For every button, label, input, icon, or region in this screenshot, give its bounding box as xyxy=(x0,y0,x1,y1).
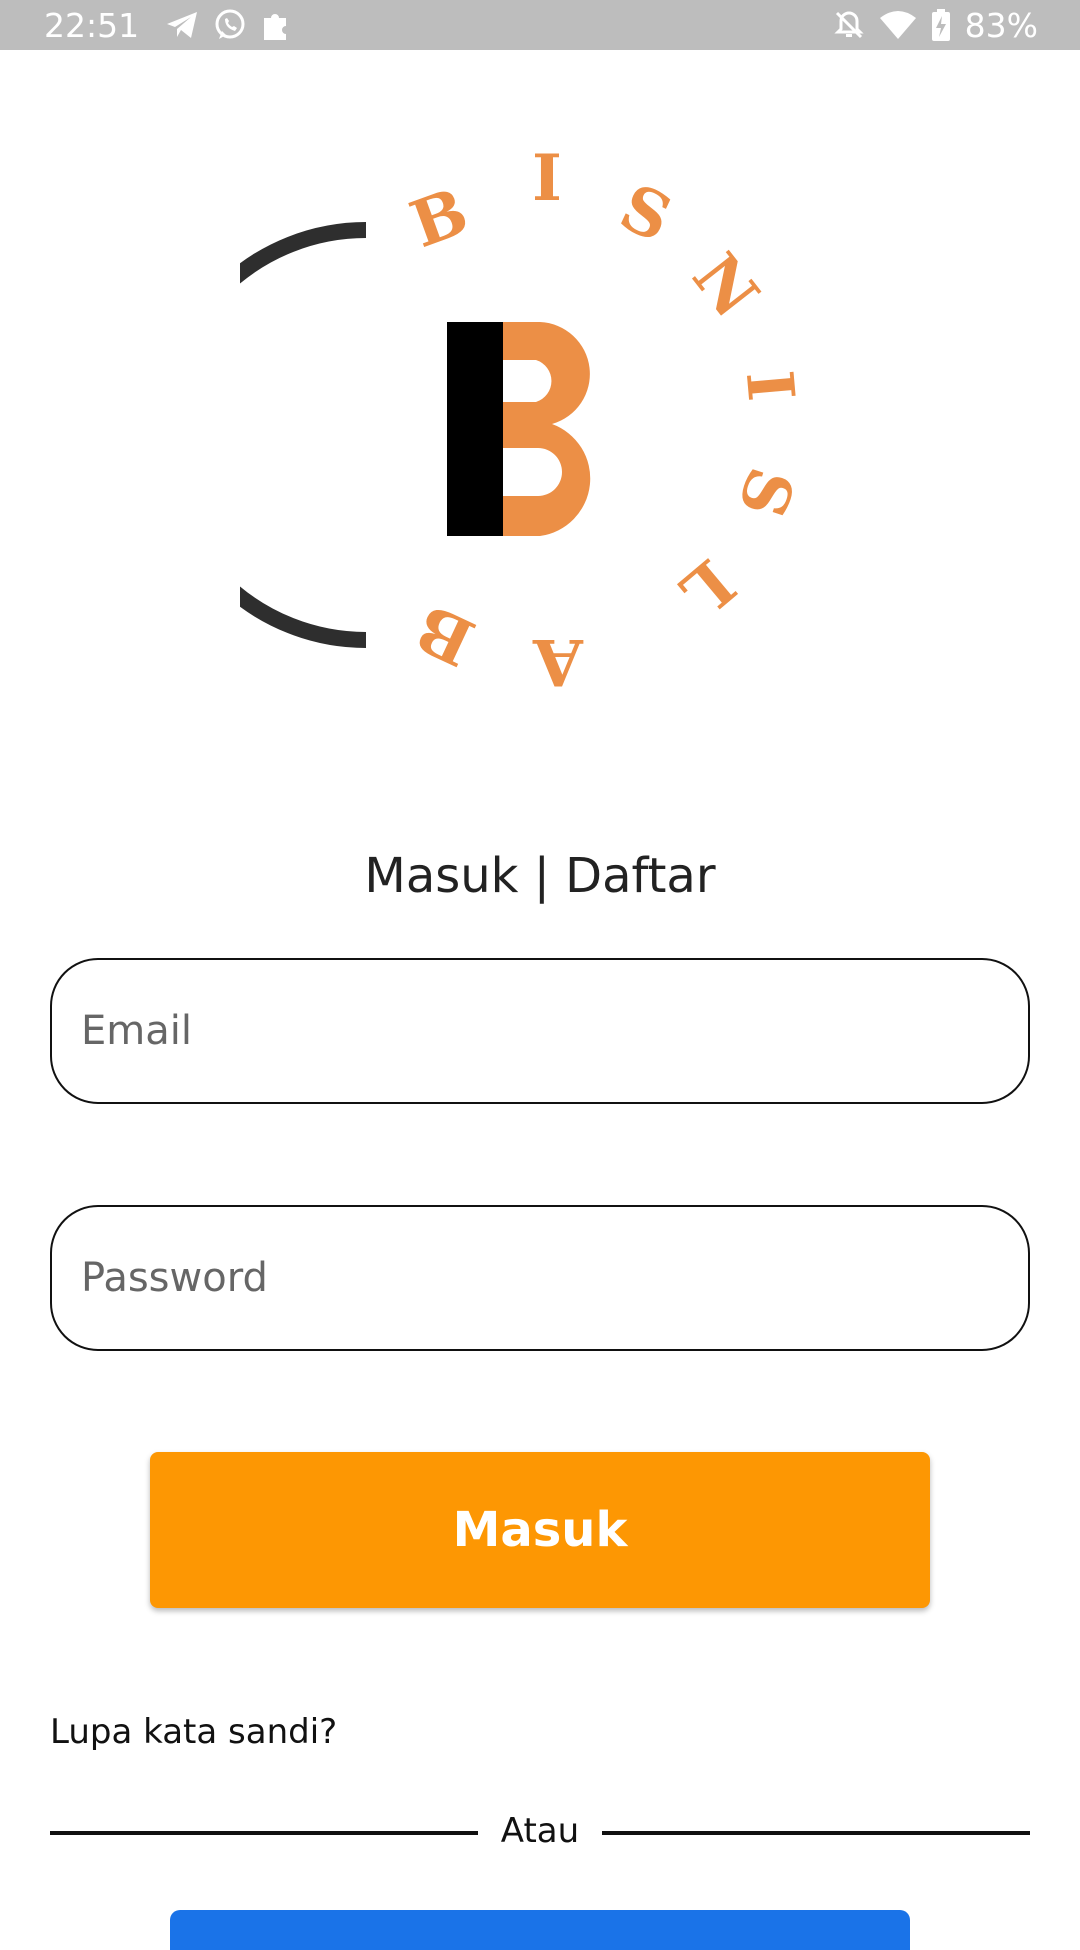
password-input[interactable] xyxy=(81,1255,1028,1301)
status-bar: 22:51 83% xyxy=(0,0,1080,50)
battery-charging-icon xyxy=(931,9,951,41)
logo-ring-letter: I xyxy=(731,368,808,404)
logo-ring-letter: B xyxy=(401,174,477,263)
logo-ring-letter: N xyxy=(678,240,773,332)
password-field[interactable] xyxy=(50,1205,1030,1351)
secondary-login-button[interactable] xyxy=(170,1910,910,1950)
clock-time: 22:51 xyxy=(44,5,140,45)
login-button[interactable]: Masuk xyxy=(150,1452,930,1608)
logo-ring-letter: L xyxy=(666,544,749,630)
logo-center-b xyxy=(447,322,591,536)
email-field[interactable] xyxy=(50,958,1030,1104)
puzzle-icon xyxy=(261,9,291,41)
logo-ring-letter: A xyxy=(532,624,584,699)
bisnislab-logo: B I S N I S L A B xyxy=(153,140,840,740)
email-input[interactable] xyxy=(81,1008,1028,1054)
logo-arc xyxy=(153,222,367,648)
logo-ring-letter: B xyxy=(405,589,486,680)
status-bar-right: 83% xyxy=(833,6,1038,45)
bell-off-icon xyxy=(833,9,865,41)
logo-ring-letter: S xyxy=(723,459,809,526)
logo-ring-letter: S xyxy=(609,170,683,258)
battery-percent: 83% xyxy=(964,5,1038,45)
wifi-icon xyxy=(879,10,917,40)
status-bar-left: 22:51 xyxy=(44,6,291,45)
logo-ring-letter: I xyxy=(532,141,562,216)
telegram-icon xyxy=(165,10,199,40)
whatsapp-icon xyxy=(213,8,247,42)
page-title: Masuk | Daftar xyxy=(364,848,716,904)
divider-line-right xyxy=(602,1831,1030,1835)
forgot-password-link[interactable]: Lupa kata sandi? xyxy=(50,1712,337,1752)
